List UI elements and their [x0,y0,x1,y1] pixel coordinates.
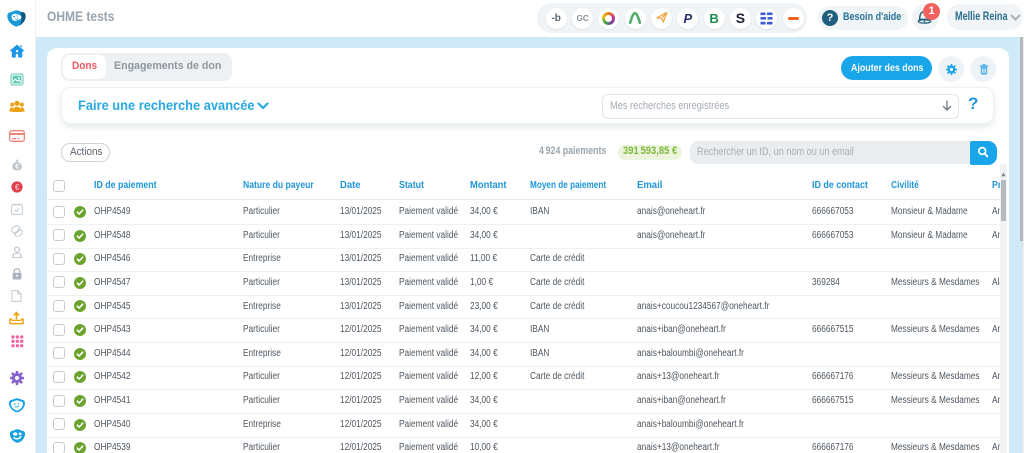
svg-text:€: € [15,163,19,170]
svg-text:€: € [15,182,20,192]
